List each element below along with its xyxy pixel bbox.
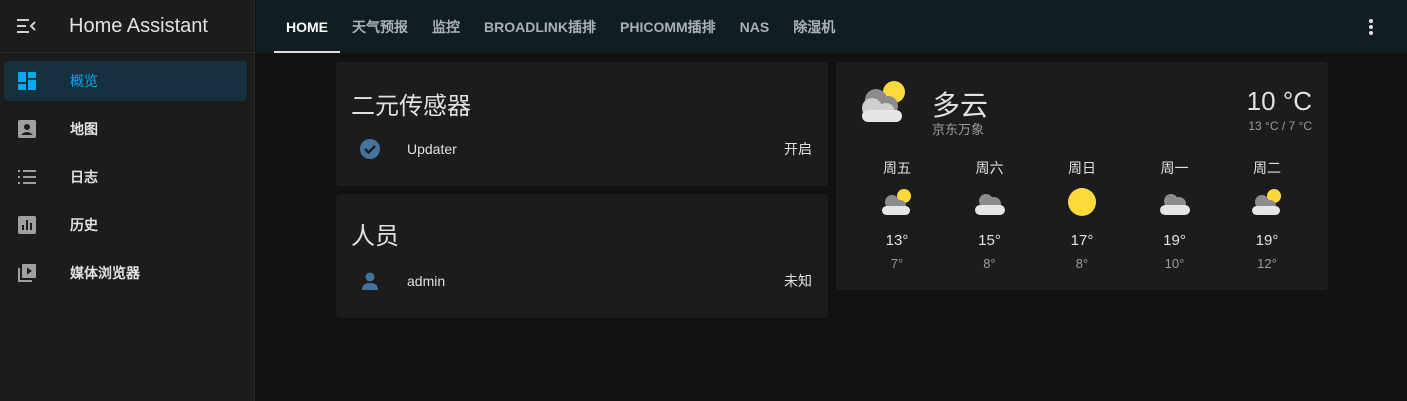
entity-state: 未知: [784, 273, 812, 289]
weather-condition: 多云: [932, 90, 989, 121]
sunny-icon: [1037, 180, 1127, 224]
more-options-button[interactable]: [1359, 15, 1383, 39]
weather-temp-range: 13 °C / 7 °C: [1248, 119, 1312, 133]
app-title: Home Assistant: [69, 14, 208, 37]
forecast-low: 8°: [983, 256, 996, 271]
tab-broadlink[interactable]: BROADLINK插排: [472, 0, 608, 53]
sidebar-list: 概览 地图 日志 历史 媒体浏览器: [0, 53, 254, 293]
entity-row-updater[interactable]: Updater 开启: [336, 129, 828, 169]
weather-location: 京东万象: [932, 122, 985, 137]
partly-cloudy-icon: [856, 78, 912, 131]
person-card: 人员 admin 未知: [336, 194, 828, 318]
check-circle-icon: [358, 137, 382, 161]
forecast-high: 13°: [885, 232, 909, 249]
tab-home[interactable]: HOME: [274, 0, 340, 53]
tab-nas[interactable]: NAS: [728, 0, 782, 53]
view-tabs: HOME 天气预报 监控 BROADLINK插排 PHICOMM插排 NAS 除…: [274, 0, 847, 53]
forecast-low: 10°: [1164, 256, 1185, 271]
menu-toggle-button[interactable]: [0, 0, 52, 53]
card-title: 二元传感器: [351, 93, 471, 120]
chart-box-icon: [5, 215, 49, 235]
cloudy-icon: [945, 180, 1035, 224]
forecast-day: 周六 15° 8°: [945, 158, 1035, 271]
app-root: Home Assistant 概览 地图 日志 历史 媒体浏览器 HOME 天气…: [0, 0, 1407, 401]
sidebar-item-label: 日志: [70, 169, 98, 185]
sidebar-item-map[interactable]: 地图: [4, 109, 247, 149]
sidebar-item-media-browser[interactable]: 媒体浏览器: [4, 253, 247, 293]
tab-dehumidifier[interactable]: 除湿机: [781, 0, 847, 53]
card-title: 人员: [351, 223, 399, 250]
forecast-high: 19°: [1255, 232, 1279, 249]
forecast-low: 12°: [1257, 256, 1277, 271]
forecast-high: 19°: [1163, 232, 1186, 249]
forecast-high: 17°: [1070, 232, 1094, 249]
sidebar-item-overview[interactable]: 概览: [4, 61, 247, 101]
forecast-day: 周二 19° 12°: [1222, 158, 1312, 271]
list-icon: [5, 167, 49, 187]
tab-phicomm[interactable]: PHICOMM插排: [608, 0, 728, 53]
play-box-icon: [5, 263, 49, 283]
forecast-low: 7°: [890, 256, 904, 271]
sidebar-item-label: 概览: [70, 73, 98, 89]
entity-row-admin[interactable]: admin 未知: [336, 261, 828, 301]
forecast-day-label: 周五: [883, 160, 911, 176]
dots-vertical-icon: [1369, 19, 1373, 35]
binary-sensor-card: 二元传感器 Updater 开启: [336, 62, 828, 186]
sidebar-item-history[interactable]: 历史: [4, 205, 247, 245]
forecast-day-label: 周二: [1253, 160, 1281, 176]
forecast-row: 周五 13° 7° 周六 15° 8° 周日 17° 8° 周一 19° 10°…: [852, 158, 1312, 271]
dashboard-icon: [5, 71, 49, 91]
entity-name: admin: [407, 273, 446, 289]
sidebar-item-label: 地图: [70, 121, 98, 137]
sidebar-item-label: 历史: [70, 217, 98, 233]
forecast-high: 15°: [978, 232, 1001, 249]
forecast-day-label: 周日: [1068, 160, 1096, 176]
sidebar-item-label: 媒体浏览器: [70, 265, 140, 281]
forecast-day-label: 周六: [975, 160, 1004, 176]
partly-cloudy-icon: [852, 180, 942, 224]
forecast-day: 周五 13° 7°: [852, 158, 942, 271]
sidebar-item-logbook[interactable]: 日志: [4, 157, 247, 197]
forecast-low: 8°: [1075, 256, 1089, 271]
account-box-icon: [5, 119, 49, 139]
forecast-day: 周一 19° 10°: [1130, 158, 1220, 271]
forecast-day: 周日 17° 8°: [1037, 158, 1127, 271]
tab-monitoring[interactable]: 监控: [420, 0, 472, 53]
account-icon: [358, 269, 382, 293]
sidebar: Home Assistant 概览 地图 日志 历史 媒体浏览器: [0, 0, 255, 401]
top-bar: HOME 天气预报 监控 BROADLINK插排 PHICOMM插排 NAS 除…: [256, 0, 1407, 53]
tab-weather-forecast[interactable]: 天气预报: [340, 0, 420, 53]
entity-name: Updater: [407, 141, 457, 157]
weather-temperature: 10 °C: [1246, 86, 1312, 116]
sidebar-header: Home Assistant: [0, 0, 254, 53]
entity-state: 开启: [784, 141, 812, 157]
partly-cloudy-icon: [1222, 180, 1312, 224]
weather-card[interactable]: 多云 京东万象 10 °C 13 °C / 7 °C 周五 13° 7° 周六 …: [836, 62, 1328, 290]
menu-open-icon: [17, 19, 36, 33]
forecast-day-label: 周一: [1160, 160, 1189, 176]
cloudy-icon: [1130, 180, 1220, 224]
